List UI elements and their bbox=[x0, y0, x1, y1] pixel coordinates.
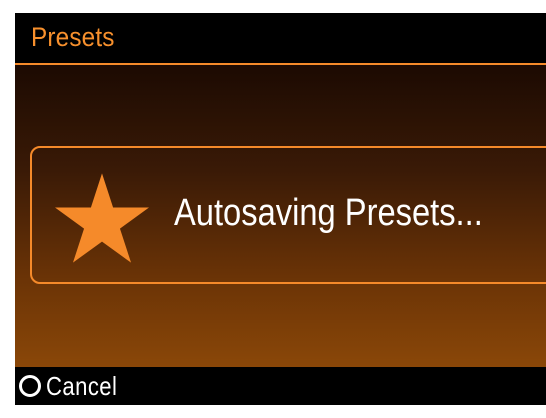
title-bar: Presets bbox=[15, 13, 546, 65]
circle-icon bbox=[19, 375, 41, 397]
content-area: Autosaving Presets... bbox=[15, 65, 546, 367]
cancel-label: Cancel bbox=[46, 370, 118, 401]
autosave-dialog: Autosaving Presets... bbox=[30, 146, 546, 284]
footer-bar: Cancel bbox=[15, 367, 546, 405]
device-screen: Presets Autosaving Presets... Cancel bbox=[15, 13, 546, 405]
cancel-button[interactable]: Cancel bbox=[19, 369, 130, 403]
dialog-message: Autosaving Presets... bbox=[174, 192, 483, 234]
star-icon bbox=[55, 173, 149, 263]
page-title: Presets bbox=[31, 22, 115, 52]
